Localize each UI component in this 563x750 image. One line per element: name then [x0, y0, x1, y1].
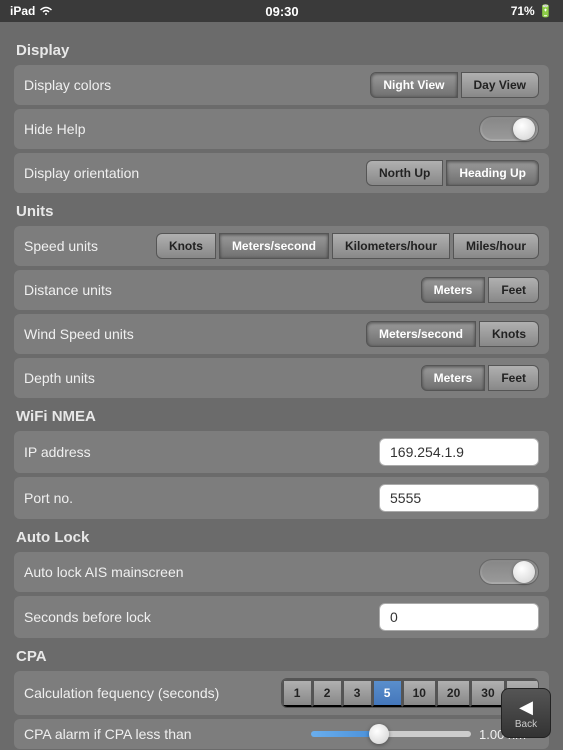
meters-per-second-button[interactable]: Meters/second: [219, 233, 329, 259]
cpa-alarm-row: CPA alarm if CPA less than 1.00 nm: [14, 719, 549, 749]
units-section-header: Units: [14, 203, 549, 220]
toggle-knob: [513, 118, 535, 140]
display-orientation-row: Display orientation North Up Heading Up: [14, 153, 549, 193]
autolock-mainscreen-label: Auto lock AIS mainscreen: [24, 564, 184, 580]
hide-help-toggle[interactable]: [479, 116, 539, 142]
freq-1-button[interactable]: 1: [282, 679, 312, 707]
depth-units-segmented: Meters Feet: [421, 365, 539, 391]
night-view-button[interactable]: Night View: [370, 72, 457, 98]
speed-units-row: Speed units Knots Meters/second Kilomete…: [14, 226, 549, 266]
distance-meters-button[interactable]: Meters: [421, 277, 486, 303]
display-colors-label: Display colors: [24, 77, 111, 93]
orientation-segmented: North Up Heading Up: [366, 160, 539, 186]
freq-20-button[interactable]: 20: [436, 679, 470, 707]
display-colors-segmented: Night View Day View: [370, 72, 539, 98]
freq-2-button[interactable]: 2: [312, 679, 342, 707]
ipad-label: iPad: [10, 4, 35, 18]
seconds-before-lock-row: Seconds before lock: [14, 596, 549, 638]
distance-units-label: Distance units: [24, 282, 112, 298]
back-arrow-icon: ◀: [519, 697, 533, 718]
ip-address-row: IP address: [14, 431, 549, 473]
battery-display: 71% 🔋: [511, 4, 553, 18]
back-button[interactable]: ◀ Back: [501, 688, 551, 738]
day-view-button[interactable]: Day View: [461, 72, 539, 98]
freq-30-button[interactable]: 30: [470, 679, 504, 707]
distance-units-row: Distance units Meters Feet: [14, 270, 549, 310]
distance-units-segmented: Meters Feet: [421, 277, 539, 303]
wind-speed-units-row: Wind Speed units Meters/second Knots: [14, 314, 549, 354]
autolock-section-header: Auto Lock: [14, 529, 549, 546]
miles-per-hour-button[interactable]: Miles/hour: [453, 233, 539, 259]
autolock-mainscreen-row: Auto lock AIS mainscreen: [14, 552, 549, 592]
wind-knots-button[interactable]: Knots: [479, 321, 539, 347]
seconds-before-lock-input[interactable]: [379, 603, 539, 631]
autolock-toggle-knob: [513, 561, 535, 583]
distance-feet-button[interactable]: Feet: [488, 277, 539, 303]
freq-5-button[interactable]: 5: [372, 679, 402, 707]
port-number-label: Port no.: [24, 490, 73, 506]
ip-address-label: IP address: [24, 444, 91, 460]
autolock-toggle[interactable]: [479, 559, 539, 585]
depth-meters-button[interactable]: Meters: [421, 365, 486, 391]
status-bar: iPad 09:30 71% 🔋: [0, 0, 563, 22]
cpa-alarm-slider-thumb[interactable]: [369, 724, 389, 744]
port-number-row: Port no.: [14, 477, 549, 519]
wifi-section-header: WiFi NMEA: [14, 408, 549, 425]
freq-3-button[interactable]: 3: [342, 679, 372, 707]
speed-units-label: Speed units: [24, 238, 98, 254]
display-section-header: Display: [14, 42, 549, 59]
display-colors-row: Display colors Night View Day View: [14, 65, 549, 105]
wind-speed-segmented: Meters/second Knots: [366, 321, 539, 347]
cpa-section-header: CPA: [14, 648, 549, 665]
ip-address-input[interactable]: [379, 438, 539, 466]
cpa-frequency-row: Calculation fequency (seconds) 1 2 3 5 1…: [14, 671, 549, 715]
display-orientation-label: Display orientation: [24, 165, 139, 181]
cpa-alarm-slider-track[interactable]: [311, 731, 471, 737]
depth-units-label: Depth units: [24, 370, 95, 386]
cpa-frequency-label: Calculation fequency (seconds): [24, 685, 219, 701]
speed-units-segmented: Knots Meters/second Kilometers/hour Mile…: [156, 233, 539, 259]
kilometers-per-hour-button[interactable]: Kilometers/hour: [332, 233, 450, 259]
heading-up-button[interactable]: Heading Up: [446, 160, 539, 186]
port-number-input[interactable]: [379, 484, 539, 512]
seconds-before-lock-label: Seconds before lock: [24, 609, 151, 625]
hide-help-row: Hide Help: [14, 109, 549, 149]
wifi-icon: [39, 6, 53, 16]
wind-meters-per-second-button[interactable]: Meters/second: [366, 321, 476, 347]
time-display: 09:30: [265, 4, 298, 19]
depth-feet-button[interactable]: Feet: [488, 365, 539, 391]
hide-help-label: Hide Help: [24, 121, 85, 137]
wind-speed-units-label: Wind Speed units: [24, 326, 134, 342]
cpa-alarm-label: CPA alarm if CPA less than: [24, 726, 192, 742]
knots-button[interactable]: Knots: [156, 233, 216, 259]
north-up-button[interactable]: North Up: [366, 160, 443, 186]
back-button-label: Back: [515, 719, 537, 730]
freq-10-button[interactable]: 10: [402, 679, 436, 707]
depth-units-row: Depth units Meters Feet: [14, 358, 549, 398]
